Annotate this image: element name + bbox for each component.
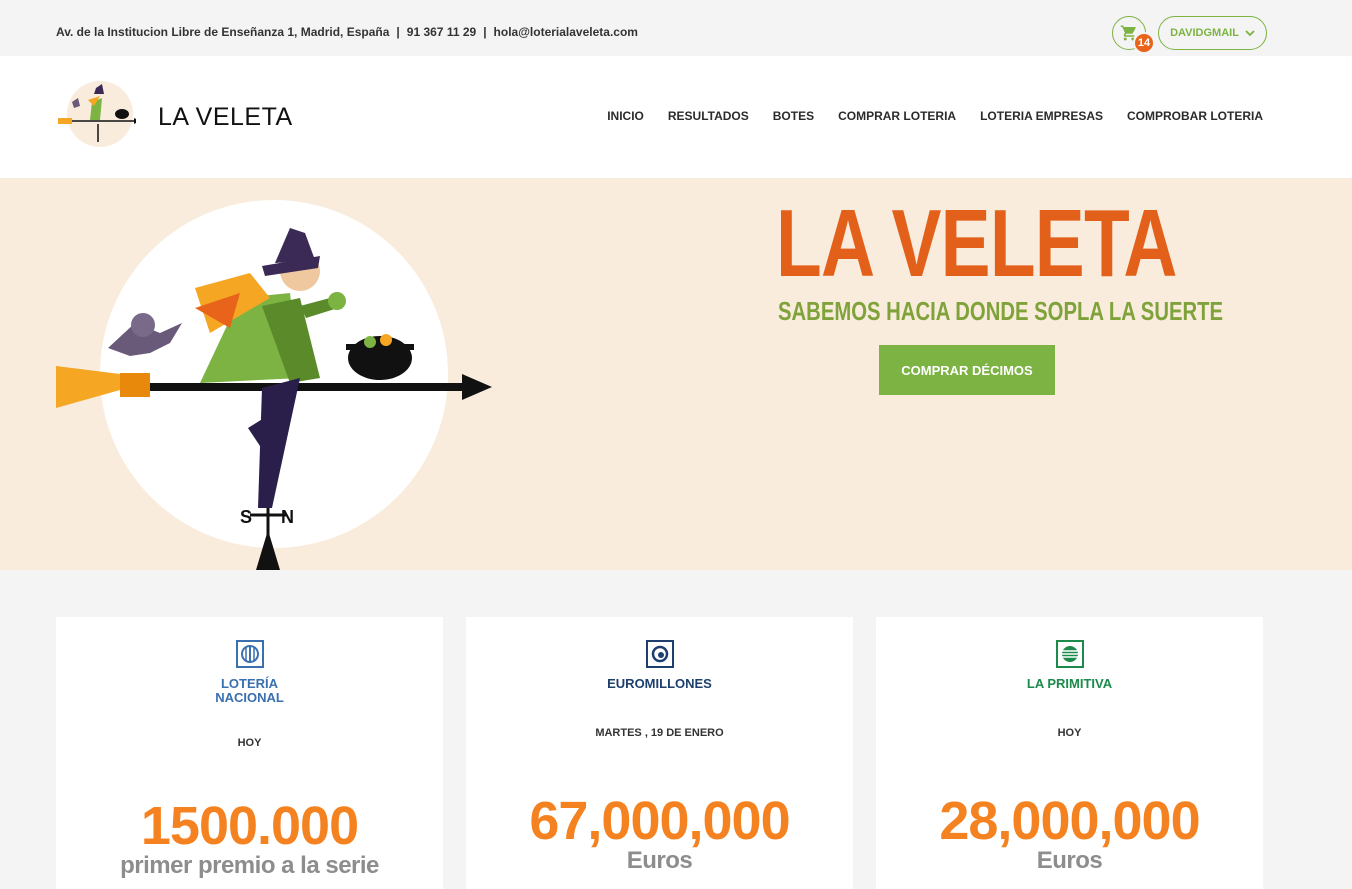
top-bar: Av. de la Institucion Libre de Enseñanza… — [0, 0, 1352, 56]
card-unit: Euros — [1036, 847, 1103, 874]
card-date: HOY — [237, 737, 262, 749]
svg-text:S: S — [240, 507, 252, 527]
card-title: LA PRIMITIVA — [1026, 676, 1113, 691]
nav-resultados[interactable]: RESULTADOS — [668, 109, 749, 123]
svg-text:N: N — [281, 507, 294, 527]
email-link[interactable]: hola@loterialaveleta.com — [494, 25, 638, 39]
nav-inicio[interactable]: INICIO — [607, 109, 644, 123]
card-amount: 1500.000 — [140, 796, 359, 856]
nav-botes[interactable]: BOTES — [773, 109, 814, 123]
contact-info: Av. de la Institucion Libre de Enseñanza… — [56, 25, 638, 39]
address-text: Av. de la Institucion Libre de Enseñanza… — [56, 25, 390, 39]
user-menu-button[interactable]: DAVIDGMAIL — [1158, 16, 1267, 50]
loteria-nacional-icon — [235, 640, 264, 668]
card-unit: primer premio a la serie — [120, 852, 379, 879]
card-la-primitiva[interactable]: LA PRIMITIVA HOY 28,000,000 Euros — [876, 617, 1263, 889]
card-unit: Euros — [626, 847, 693, 874]
chevron-down-icon — [1245, 30, 1255, 37]
logo-icon[interactable] — [56, 80, 136, 152]
hero-banner: S N LA VELETA SABEMOS HACIA DONDE SOPLA … — [0, 178, 1352, 570]
phone-link[interactable]: 91 367 11 29 — [407, 25, 476, 39]
hero-subtitle: SABEMOS HACIA DONDE SOPLA LA SUERTE — [778, 296, 1224, 326]
card-loteria-nacional[interactable]: LOTERÍA NACIONAL HOY 1500.000 primer pre… — [56, 617, 443, 889]
nav-comprar-loteria[interactable]: COMPRAR LOTERIA — [838, 109, 956, 123]
card-date: HOY — [1057, 727, 1082, 739]
cart-count-badge: 14 — [1133, 32, 1155, 54]
witch-weathervane-illustration: S N — [56, 200, 492, 570]
euromillones-icon — [645, 640, 674, 668]
hero-title: LA VELETA — [776, 190, 1177, 297]
user-label: DAVIDGMAIL — [1170, 27, 1239, 39]
card-title: LOTERÍA NACIONAL — [215, 676, 284, 705]
card-date: MARTES , 19 DE ENERO — [595, 727, 724, 739]
card-title: EUROMILLONES — [607, 676, 712, 691]
cart-button[interactable]: 14 — [1112, 16, 1155, 54]
nav-loteria-empresas[interactable]: LOTERIA EMPRESAS — [980, 109, 1103, 123]
lottery-cards: LOTERÍA NACIONAL HOY 1500.000 primer pre… — [56, 617, 1263, 889]
buy-tickets-button[interactable]: COMPRAR DÉCIMOS — [879, 345, 1055, 395]
site-header: LA VELETA INICIO RESULTADOS BOTES COMPRA… — [0, 56, 1352, 178]
nav-comprobar-loteria[interactable]: COMPROBAR LOTERIA — [1127, 109, 1263, 123]
main-nav: INICIO RESULTADOS BOTES COMPRAR LOTERIA … — [607, 109, 1263, 123]
card-amount: 28,000,000 — [939, 791, 1200, 851]
brand-name[interactable]: LA VELETA — [158, 103, 293, 132]
la-primitiva-icon — [1055, 640, 1084, 668]
card-euromillones[interactable]: EUROMILLONES MARTES , 19 DE ENERO 67,000… — [466, 617, 853, 889]
card-amount: 67,000,000 — [529, 791, 790, 851]
